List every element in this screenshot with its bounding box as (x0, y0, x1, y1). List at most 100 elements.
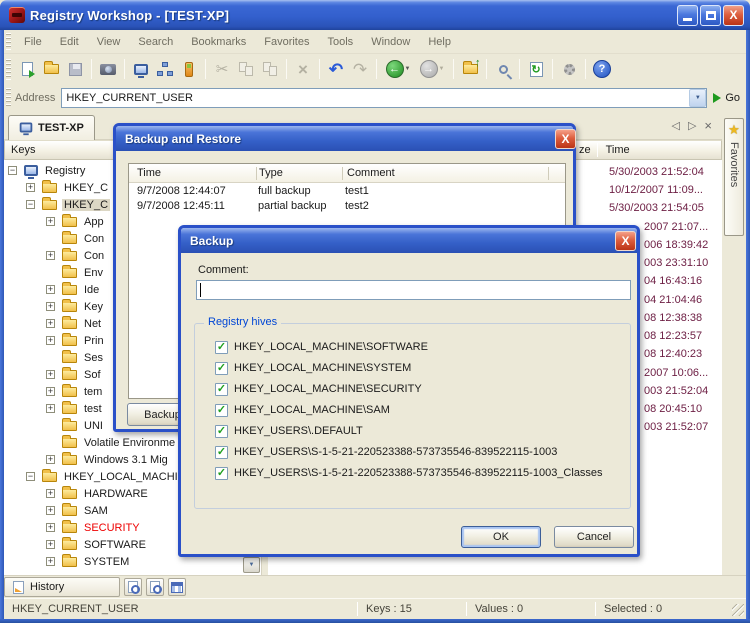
forward-button[interactable]: →▼ (415, 57, 449, 81)
hive-checkbox-row[interactable]: ✓HKEY_LOCAL_MACHINE\SECURITY (215, 382, 603, 396)
copy-button[interactable] (234, 57, 258, 81)
checkbox-checked-icon[interactable]: ✓ (215, 404, 228, 417)
menu-tools[interactable]: Tools (319, 33, 363, 51)
refresh-button[interactable]: ↻ (524, 57, 548, 81)
backup-title-bar[interactable]: Backup (181, 228, 637, 253)
backup-restore-close-button[interactable]: X (555, 129, 576, 149)
address-grip[interactable] (6, 88, 11, 108)
checkbox-checked-icon[interactable]: ✓ (215, 446, 228, 459)
expand-icon[interactable] (46, 540, 55, 549)
expand-icon[interactable] (46, 319, 55, 328)
collapse-icon[interactable] (26, 472, 35, 481)
expand-icon[interactable] (46, 455, 55, 464)
expand-icon[interactable] (46, 404, 55, 413)
ok-button[interactable]: OK (461, 526, 541, 548)
collapse-icon[interactable] (8, 166, 17, 175)
scroll-tabs-right-icon[interactable]: ▷ (688, 119, 696, 132)
export-file-button[interactable] (15, 57, 39, 81)
table-view-button[interactable] (168, 578, 186, 596)
forward-dropdown-icon[interactable]: ▼ (439, 66, 445, 72)
flash-drive-button[interactable] (177, 57, 201, 81)
menu-favorites[interactable]: Favorites (255, 33, 318, 51)
expand-icon[interactable] (46, 370, 55, 379)
paste-button[interactable] (258, 57, 282, 81)
collapse-icon[interactable] (26, 200, 35, 209)
checkbox-checked-icon[interactable]: ✓ (215, 467, 228, 480)
history-tab[interactable]: History (4, 577, 120, 597)
help-button[interactable]: ? (590, 57, 614, 81)
menu-edit[interactable]: Edit (51, 33, 88, 51)
hive-checkbox-row[interactable]: ✓HKEY_USERS\.DEFAULT (215, 424, 603, 438)
snapshot-button[interactable] (96, 57, 120, 81)
checkbox-checked-icon[interactable]: ✓ (215, 341, 228, 354)
menu-grip[interactable] (6, 33, 11, 49)
close-button[interactable]: X (723, 5, 744, 26)
backup-restore-title-bar[interactable]: Backup and Restore (116, 126, 573, 151)
expand-icon[interactable] (46, 523, 55, 532)
menu-window[interactable]: Window (362, 33, 419, 51)
comment-column-header[interactable]: Comment (343, 167, 548, 179)
save-button[interactable] (63, 57, 87, 81)
checkbox-checked-icon[interactable]: ✓ (215, 383, 228, 396)
title-bar[interactable]: Registry Workshop - [TEST-XP] X (0, 0, 750, 30)
go-button[interactable]: Go (707, 92, 746, 104)
backup-row[interactable]: 9/7/2008 12:44:07 full backup test1 (129, 183, 565, 198)
open-folder-button[interactable] (39, 57, 63, 81)
cut-button[interactable]: ✂ (210, 57, 234, 81)
comment-input[interactable] (196, 280, 631, 300)
backup-close-button[interactable]: X (615, 231, 636, 251)
expand-icon[interactable] (26, 183, 35, 192)
expand-icon[interactable] (46, 285, 55, 294)
type-column-header[interactable]: Type (257, 167, 342, 179)
search-keys-button[interactable] (124, 578, 142, 596)
up-one-level-button[interactable]: ↑ (458, 57, 482, 81)
cancel-button[interactable]: Cancel (554, 526, 634, 548)
backup-list-header[interactable]: Time Type Comment (129, 164, 565, 183)
menu-view[interactable]: View (88, 33, 130, 51)
expand-icon[interactable] (46, 302, 55, 311)
scroll-tabs-left-icon[interactable]: ◁ (671, 119, 679, 132)
maximize-button[interactable] (700, 5, 721, 26)
search-values-button[interactable] (146, 578, 164, 596)
back-dropdown-icon[interactable]: ▼ (405, 66, 411, 72)
checkbox-checked-icon[interactable]: ✓ (215, 362, 228, 375)
time-column-header[interactable]: Time (129, 167, 256, 179)
hive-checkbox-row[interactable]: ✓HKEY_LOCAL_MACHINE\SAM (215, 403, 603, 417)
tab-test-xp[interactable]: TEST-XP (8, 115, 95, 140)
expand-icon[interactable] (46, 557, 55, 566)
expand-icon[interactable] (46, 387, 55, 396)
hive-checkbox-row[interactable]: ✓HKEY_USERS\S-1-5-21-220523388-573735546… (215, 466, 603, 480)
address-combobox[interactable]: HKEY_CURRENT_USER ▼ (61, 88, 707, 108)
expand-icon[interactable] (46, 506, 55, 515)
menu-search[interactable]: Search (129, 33, 182, 51)
back-button[interactable]: ←▼ (381, 57, 415, 81)
address-dropdown-button[interactable]: ▼ (689, 89, 706, 107)
connect-computer-button[interactable] (129, 57, 153, 81)
favorites-tab[interactable]: ★ Favorites (724, 118, 744, 236)
minimize-button[interactable] (677, 5, 698, 26)
search-button[interactable] (491, 57, 515, 81)
time-column-header[interactable]: Time (598, 144, 630, 156)
expand-icon[interactable] (46, 489, 55, 498)
tree-scroll-down-button[interactable]: ▼ (243, 557, 260, 573)
hive-checkbox-row[interactable]: ✓HKEY_USERS\S-1-5-21-220523388-573735546… (215, 445, 603, 459)
checkbox-checked-icon[interactable]: ✓ (215, 425, 228, 438)
resize-grip[interactable] (732, 604, 744, 616)
hive-checkbox-row[interactable]: ✓HKEY_LOCAL_MACHINE\SOFTWARE (215, 340, 603, 354)
expand-icon[interactable] (46, 251, 55, 260)
redo-button[interactable]: ↷ (348, 57, 372, 81)
options-button[interactable] (557, 57, 581, 81)
menu-help[interactable]: Help (419, 33, 460, 51)
menu-bookmarks[interactable]: Bookmarks (182, 33, 255, 51)
menu-file[interactable]: File (15, 33, 51, 51)
network-button[interactable] (153, 57, 177, 81)
expand-icon[interactable] (46, 217, 55, 226)
backup-row[interactable]: 9/7/2008 12:45:11 partial backup test2 (129, 198, 565, 213)
toolbar-grip[interactable] (6, 59, 11, 80)
expand-icon[interactable] (46, 336, 55, 345)
delete-button[interactable]: × (291, 57, 315, 81)
close-tab-icon[interactable]: × (704, 118, 712, 133)
hive-checkbox-row[interactable]: ✓HKEY_LOCAL_MACHINE\SYSTEM (215, 361, 603, 375)
undo-button[interactable]: ↶ (324, 57, 348, 81)
address-value[interactable]: HKEY_CURRENT_USER (62, 92, 689, 104)
